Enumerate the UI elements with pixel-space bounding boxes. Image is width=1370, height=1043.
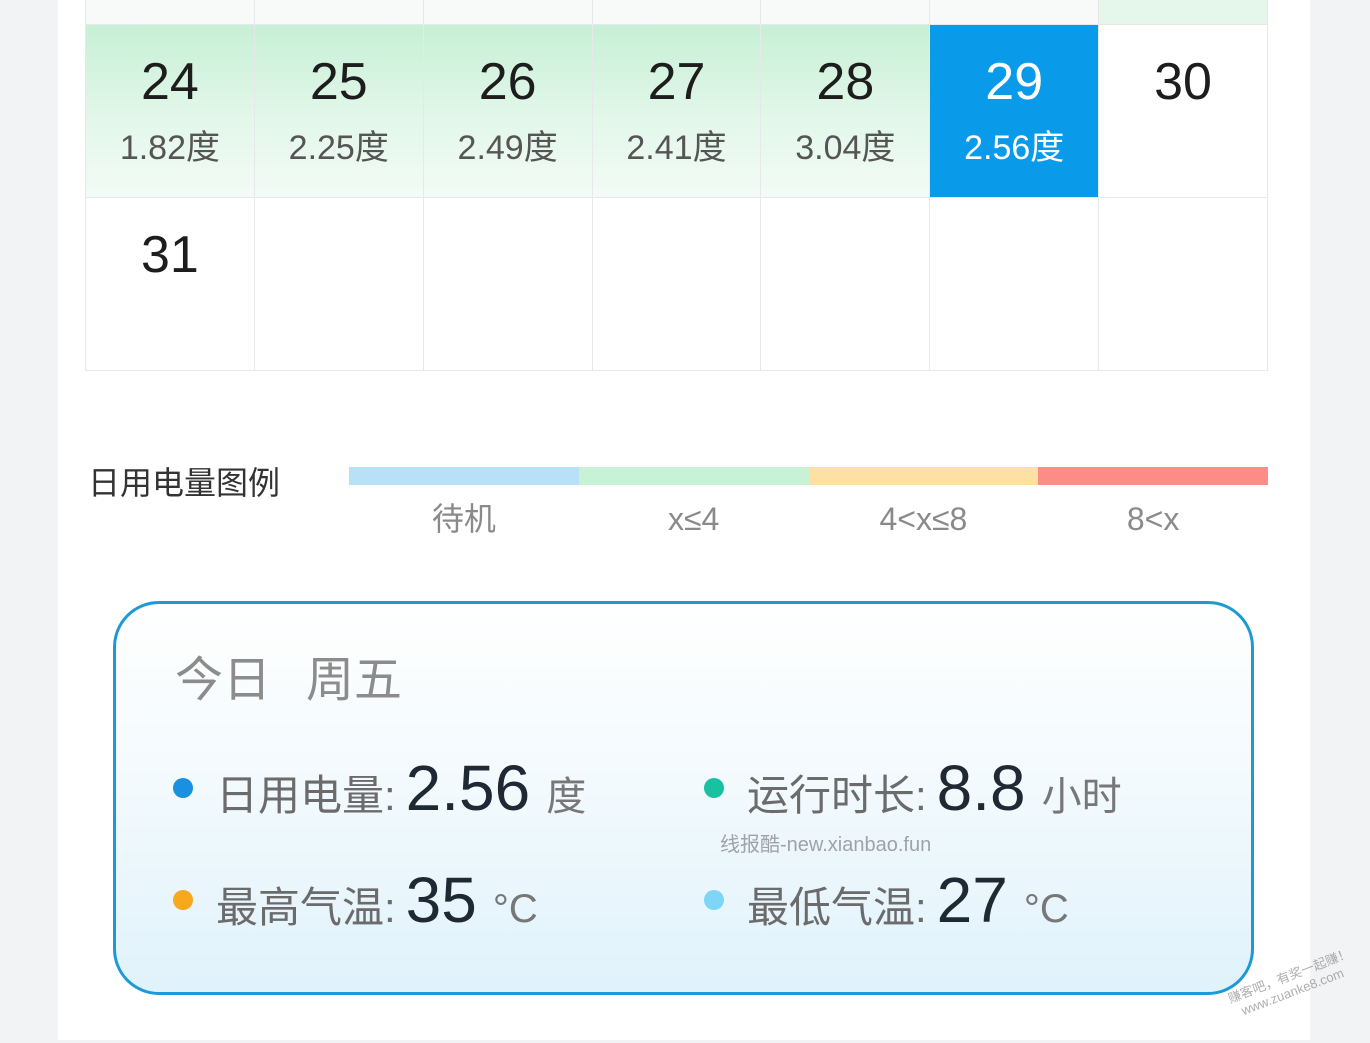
today-label: 今日	[175, 654, 272, 707]
stat-min-temperature: 最低气温: 27 °C	[704, 860, 1069, 940]
day-number: 26	[478, 53, 537, 111]
calendar-empty-cell	[761, 198, 930, 370]
stat-value: 8.8	[936, 752, 1026, 824]
calendar-empty-cell	[592, 198, 761, 370]
calendar-empty-cell	[254, 198, 423, 370]
legend-swatch-medium	[808, 467, 1039, 485]
blue-dot-icon	[173, 778, 193, 798]
calendar-day-cell[interactable]	[423, 0, 592, 24]
calendar-day-cell[interactable]: 26 2.49度	[423, 25, 592, 197]
calendar-day-cell[interactable]: 28 3.04度	[761, 25, 930, 197]
stat-unit: 小时	[1041, 775, 1122, 819]
day-number: 30	[1154, 53, 1212, 111]
stat-daily-usage: 日用电量: 2.56 度	[173, 748, 586, 828]
day-usage: 2.25度	[288, 129, 389, 167]
stat-run-time: 运行时长: 8.8 小时	[704, 748, 1122, 828]
stat-value: 35	[405, 864, 477, 936]
legend-label-standby: 待机	[431, 501, 496, 537]
day-number: 24	[141, 53, 199, 111]
stat-max-temperature: 最高气温: 35 °C	[173, 860, 538, 940]
legend-label-high: 8<x	[1126, 501, 1180, 537]
legend-label-low: x≤4	[667, 501, 720, 537]
day-number: 29	[985, 53, 1044, 111]
legend-swatch-high	[1038, 467, 1268, 485]
stat-value: 2.56	[405, 752, 531, 824]
stat-unit: 度	[546, 775, 587, 819]
stat-value: 27	[936, 864, 1008, 936]
day-number: 25	[309, 53, 368, 111]
calendar-empty-cell	[930, 198, 1099, 370]
calendar-empty-cell	[423, 198, 592, 370]
watermark-center: 线报酷-new.xianbao.fun	[720, 834, 932, 856]
stat-unit: °C	[1023, 887, 1069, 931]
calendar-day-cell[interactable]	[1099, 0, 1267, 24]
day-number: 27	[647, 53, 706, 111]
stat-label: 日用电量:	[216, 772, 396, 819]
legend-title: 日用电量图例	[88, 465, 281, 501]
calendar-day-cell[interactable]: 31	[86, 198, 254, 370]
day-number: 28	[816, 53, 875, 111]
calendar-day-cell[interactable]	[254, 0, 423, 24]
teal-dot-icon	[704, 778, 724, 798]
calendar-day-cell[interactable]	[930, 0, 1099, 24]
day-number: 31	[141, 226, 199, 284]
stat-label: 运行时长:	[747, 772, 927, 819]
legend-swatch-standby	[349, 467, 579, 485]
legend-label-medium: 4<x≤8	[879, 501, 968, 537]
day-usage: 2.56度	[964, 129, 1065, 167]
usage-calendar: 24 1.82度 25 2.25度 26 2.49度 27 2.41度 28 3…	[85, 0, 1268, 371]
legend-labels: 待机 x≤4 4<x≤8 8<x	[349, 499, 1268, 539]
calendar-day-cell-selected[interactable]: 29 2.56度	[930, 25, 1099, 197]
weekday-label: 周五	[306, 654, 403, 707]
day-usage: 3.04度	[795, 129, 896, 167]
stat-unit: °C	[492, 887, 538, 931]
stat-label: 最低气温:	[747, 884, 927, 931]
day-usage: 1.82度	[119, 129, 221, 167]
calendar-day-cell[interactable]: 27 2.41度	[592, 25, 761, 197]
legend-color-bar	[349, 467, 1268, 485]
legend-swatch-low	[578, 467, 809, 485]
calendar-day-cell[interactable]	[592, 0, 761, 24]
calendar-day-cell[interactable]	[86, 0, 254, 24]
day-usage: 2.41度	[626, 129, 727, 167]
today-summary-card: 今日 周五 日用电量: 2.56 度 运行时长: 8.8 小时 最高气温: 35 …	[113, 601, 1254, 995]
orange-dot-icon	[173, 890, 193, 910]
light-blue-dot-icon	[704, 890, 724, 910]
calendar-empty-cell	[1099, 198, 1267, 370]
today-heading: 今日 周五	[175, 653, 402, 709]
stat-label: 最高气温:	[216, 884, 396, 931]
calendar-day-cell[interactable]: 24 1.82度	[86, 25, 254, 197]
calendar-day-cell[interactable]: 30	[1099, 25, 1267, 197]
calendar-day-cell[interactable]: 25 2.25度	[254, 25, 423, 197]
day-usage: 2.49度	[457, 129, 558, 167]
calendar-day-cell[interactable]	[761, 0, 930, 24]
